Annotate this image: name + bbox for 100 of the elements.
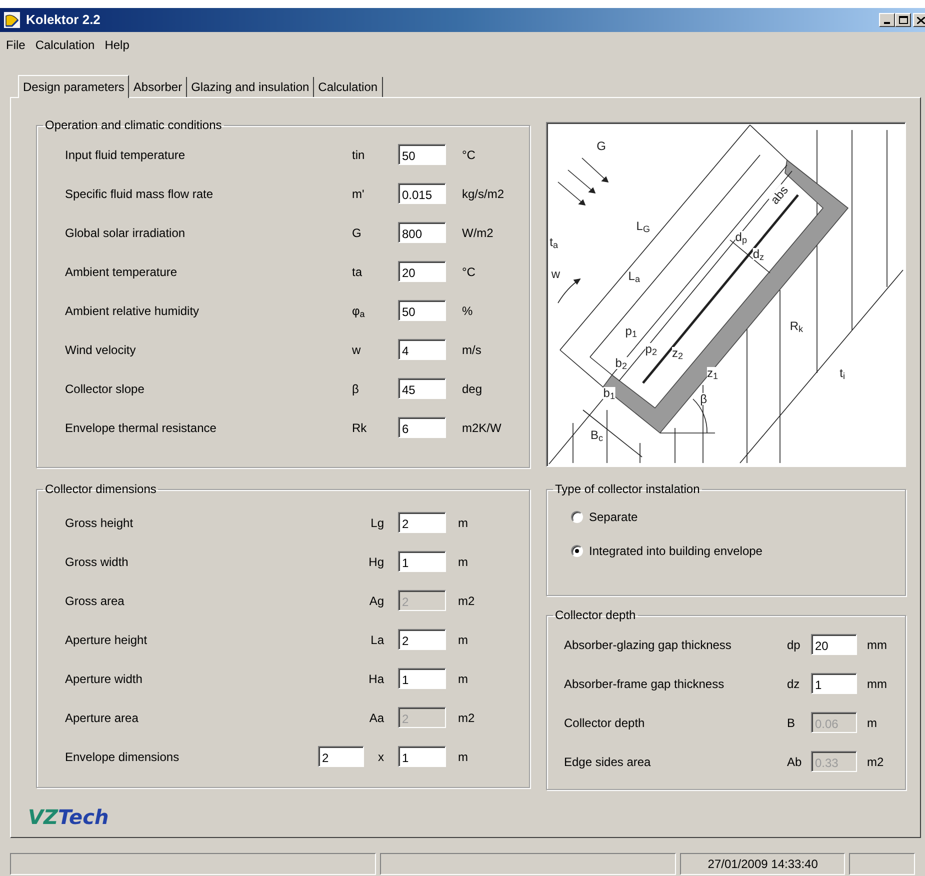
group-title: Collector depth: [555, 608, 636, 622]
symbol-label: β: [352, 380, 360, 398]
field-label: Absorber-glazing gap thickness: [564, 636, 732, 654]
diagram-label: d$_{p}$: [735, 231, 747, 243]
input-field[interactable]: 2: [398, 512, 446, 533]
field-label: Edge sides area: [564, 754, 652, 770]
input-field[interactable]: 2: [318, 746, 364, 767]
field-label: Collector slope: [65, 380, 146, 398]
status-datetime: 27/01/2009 14:33:40: [680, 853, 846, 875]
symbol-label: m': [352, 186, 366, 202]
diagram-label: z$_{2}$: [672, 347, 683, 359]
diagram-label: p$_{2}$: [645, 343, 657, 355]
input-field[interactable]: 2: [398, 629, 446, 650]
unit-label: W/m2: [462, 224, 494, 242]
symbol-label: Lg: [370, 514, 385, 532]
radio-option[interactable]: Separate: [571, 508, 905, 526]
radio-option[interactable]: Integrated into building envelope: [571, 542, 905, 560]
status-panel: [849, 853, 915, 875]
field-label: Ambient temperature: [65, 264, 178, 280]
group-title: Operation and climatic conditions: [45, 118, 222, 132]
minimize-icon: [884, 22, 890, 24]
unit-label: m: [458, 670, 468, 688]
symbol-label: ta: [352, 264, 364, 280]
field-label: Gross height: [65, 514, 134, 532]
symbol-label: Ag: [368, 592, 385, 610]
separator-label: x: [377, 748, 385, 766]
input-field[interactable]: 20: [811, 634, 857, 655]
unit-label: kg/s/m2: [462, 186, 504, 202]
field-label: Ambient relative humidity: [65, 302, 200, 320]
tab[interactable]: Absorber: [129, 77, 188, 97]
field-label: Envelope thermal resistance: [65, 420, 218, 436]
unit-label: m/s: [462, 342, 482, 358]
input-field[interactable]: 4: [398, 339, 446, 360]
close-icon: [917, 16, 925, 24]
diagram-label: d$_{z}$: [752, 248, 764, 260]
diagram-label: B$_{c}$: [590, 429, 603, 441]
unit-label: deg: [462, 380, 482, 398]
app-icon: [4, 12, 20, 28]
tab[interactable]: Calculation: [314, 77, 383, 97]
input-field[interactable]: 800: [398, 222, 446, 243]
symbol-label: dp: [787, 636, 802, 654]
diagram-label: t$_{a}$: [550, 236, 558, 248]
close-button[interactable]: [913, 13, 925, 27]
input-field[interactable]: 6: [398, 417, 446, 438]
menu-item[interactable]: Help: [104, 36, 130, 54]
minimize-button[interactable]: [879, 13, 895, 27]
input-field[interactable]: 1: [811, 673, 857, 694]
field-label: Global solar irradiation: [65, 224, 186, 242]
unit-label: °C: [462, 264, 476, 280]
diagram-label: t$_{i}$: [840, 367, 845, 379]
field-label: Input fluid temperature: [65, 146, 186, 164]
company-logo: VZTech: [28, 804, 109, 831]
input-field[interactable]: 1: [398, 746, 446, 767]
unit-label: m2: [458, 592, 475, 610]
menu-item[interactable]: Calculation: [35, 36, 95, 54]
unit-label: m: [867, 714, 877, 732]
symbol-label: B: [787, 714, 796, 732]
maximize-icon: [898, 16, 908, 24]
symbol-label: Ha: [368, 670, 385, 688]
field-label: Aperture height: [65, 632, 148, 648]
symbol-label: w: [352, 342, 362, 358]
diagram-label: b$_{2}$: [615, 357, 627, 369]
symbol-label: Aa: [368, 710, 385, 726]
tab[interactable]: Glazing and insulation: [187, 77, 314, 97]
diagram-label: G: [596, 140, 606, 152]
unit-label: m: [458, 632, 468, 648]
unit-label: °C: [462, 146, 476, 164]
unit-label: m2: [867, 754, 884, 770]
input-field[interactable]: 50: [398, 300, 446, 321]
symbol-label: Ab: [787, 754, 803, 770]
symbol-label: G: [352, 224, 362, 242]
field-label: Gross width: [65, 554, 130, 570]
field-label: Wind velocity: [65, 342, 137, 358]
unit-label: m: [458, 554, 468, 570]
diagram-label: R$_{k}$: [790, 320, 803, 332]
maximize-button[interactable]: [895, 13, 911, 27]
diagram-label: L$_{a}$: [628, 270, 640, 282]
unit-label: %: [462, 302, 473, 320]
input-field[interactable]: 45: [398, 378, 446, 399]
input-field[interactable]: 1: [398, 551, 446, 572]
diagram-label: β: [700, 393, 707, 405]
input-field[interactable]: 1: [398, 668, 446, 689]
field-label: Envelope dimensions: [65, 748, 180, 766]
diagram-label: b$_{1}$: [603, 387, 615, 399]
unit-label: m: [458, 514, 468, 532]
window-title: Kolektor 2.2: [26, 11, 100, 30]
symbol-label: La: [370, 632, 385, 648]
menu-item[interactable]: File: [6, 36, 26, 54]
tab[interactable]: Design parameters: [18, 75, 130, 98]
input-field[interactable]: 50: [398, 144, 446, 165]
group-title: Collector dimensions: [45, 482, 156, 496]
input-field[interactable]: 0.015: [398, 183, 446, 204]
field-label: Collector depth: [564, 714, 646, 732]
input-field[interactable]: 20: [398, 261, 446, 282]
unit-label: m: [458, 748, 468, 766]
diagram-label: L$_{G}$: [636, 220, 650, 232]
symbol-label: Hg: [368, 554, 385, 570]
symbol-label: tin: [352, 146, 366, 164]
field-label: Absorber-frame gap thickness: [564, 676, 726, 692]
field-label: Specific fluid mass flow rate: [65, 186, 214, 202]
